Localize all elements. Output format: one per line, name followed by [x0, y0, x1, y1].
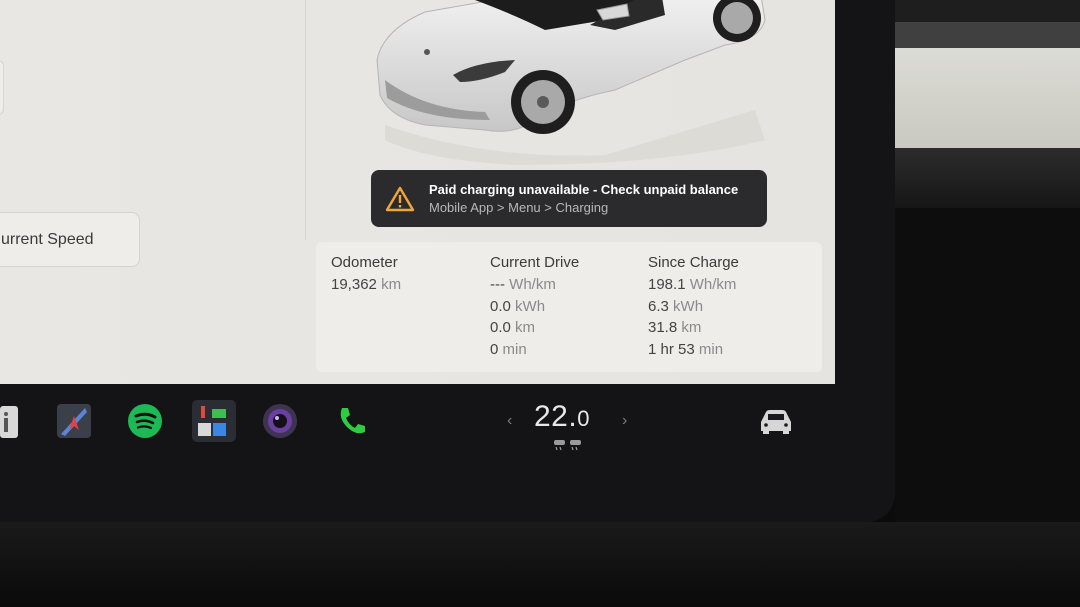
odometer-column: Odometer 19,362 km — [331, 252, 401, 296]
since-charge-column: Since Charge 198.1 Wh/km 6.3 kWh 31.8 km… — [648, 252, 739, 360]
temp-up-arrow[interactable]: › — [622, 412, 627, 430]
alert-subtitle: Mobile App > Menu > Charging — [429, 199, 609, 215]
dashboard-band — [895, 148, 1080, 208]
current-drive-distance: 0.0 km — [490, 319, 536, 336]
temp-down-arrow[interactable]: ‹ — [507, 412, 512, 430]
alert-title: Paid charging unavailable - Check unpaid… — [429, 181, 739, 197]
cabin-temperature[interactable]: 22.0 — [534, 400, 590, 434]
odometer-value: 19,362 km — [331, 276, 402, 293]
toybox-icon[interactable] — [192, 400, 236, 442]
dashboard-lower — [0, 522, 1080, 607]
current-speed-button[interactable]: urrent Speed — [0, 212, 140, 267]
since-charge-heading: Since Charge — [648, 254, 739, 271]
info-icon[interactable] — [0, 406, 18, 438]
since-charge-energy: 6.3 kWh — [648, 297, 704, 315]
odometer-heading: Odometer — [331, 254, 398, 271]
since-charge-energy-rate: 198.1 Wh/km — [648, 276, 737, 293]
car-icon[interactable] — [757, 406, 795, 436]
seat-heater-icon[interactable] — [552, 437, 584, 451]
dashboard-trim-top — [895, 0, 1080, 22]
dashboard-trim-edge — [895, 22, 1080, 48]
current-speed-label: urrent Speed — [1, 230, 94, 248]
trip-panel: Odometer 19,362 km Current Drive --- Wh/… — [316, 242, 822, 372]
current-drive-energy-rate: --- Wh/km — [490, 276, 556, 293]
since-charge-duration: 1 hr 53 min — [648, 340, 724, 358]
vehicle-image[interactable] — [365, 0, 795, 165]
current-drive-column: Current Drive --- Wh/km 0.0 kWh 0.0 km 0… — [490, 252, 579, 360]
panel-divider — [305, 0, 306, 240]
dashboard-light-panel — [895, 48, 1080, 148]
charging-alert[interactable]: Paid charging unavailable - Check unpaid… — [371, 170, 767, 227]
current-drive-heading: Current Drive — [490, 254, 580, 271]
since-charge-distance: 31.8 km — [648, 319, 702, 336]
warning-icon — [385, 186, 415, 211]
current-drive-energy: 0.0 kWh — [490, 297, 546, 315]
spotify-icon[interactable] — [128, 404, 162, 438]
navigation-icon[interactable] — [57, 404, 91, 438]
left-panel-button[interactable] — [0, 60, 4, 115]
touchscreen: urrent Speed Paid charging unavailable -… — [0, 0, 835, 384]
current-drive-duration: 0 min — [490, 340, 527, 358]
phone-icon[interactable] — [336, 405, 368, 437]
camera-icon[interactable] — [262, 403, 298, 439]
